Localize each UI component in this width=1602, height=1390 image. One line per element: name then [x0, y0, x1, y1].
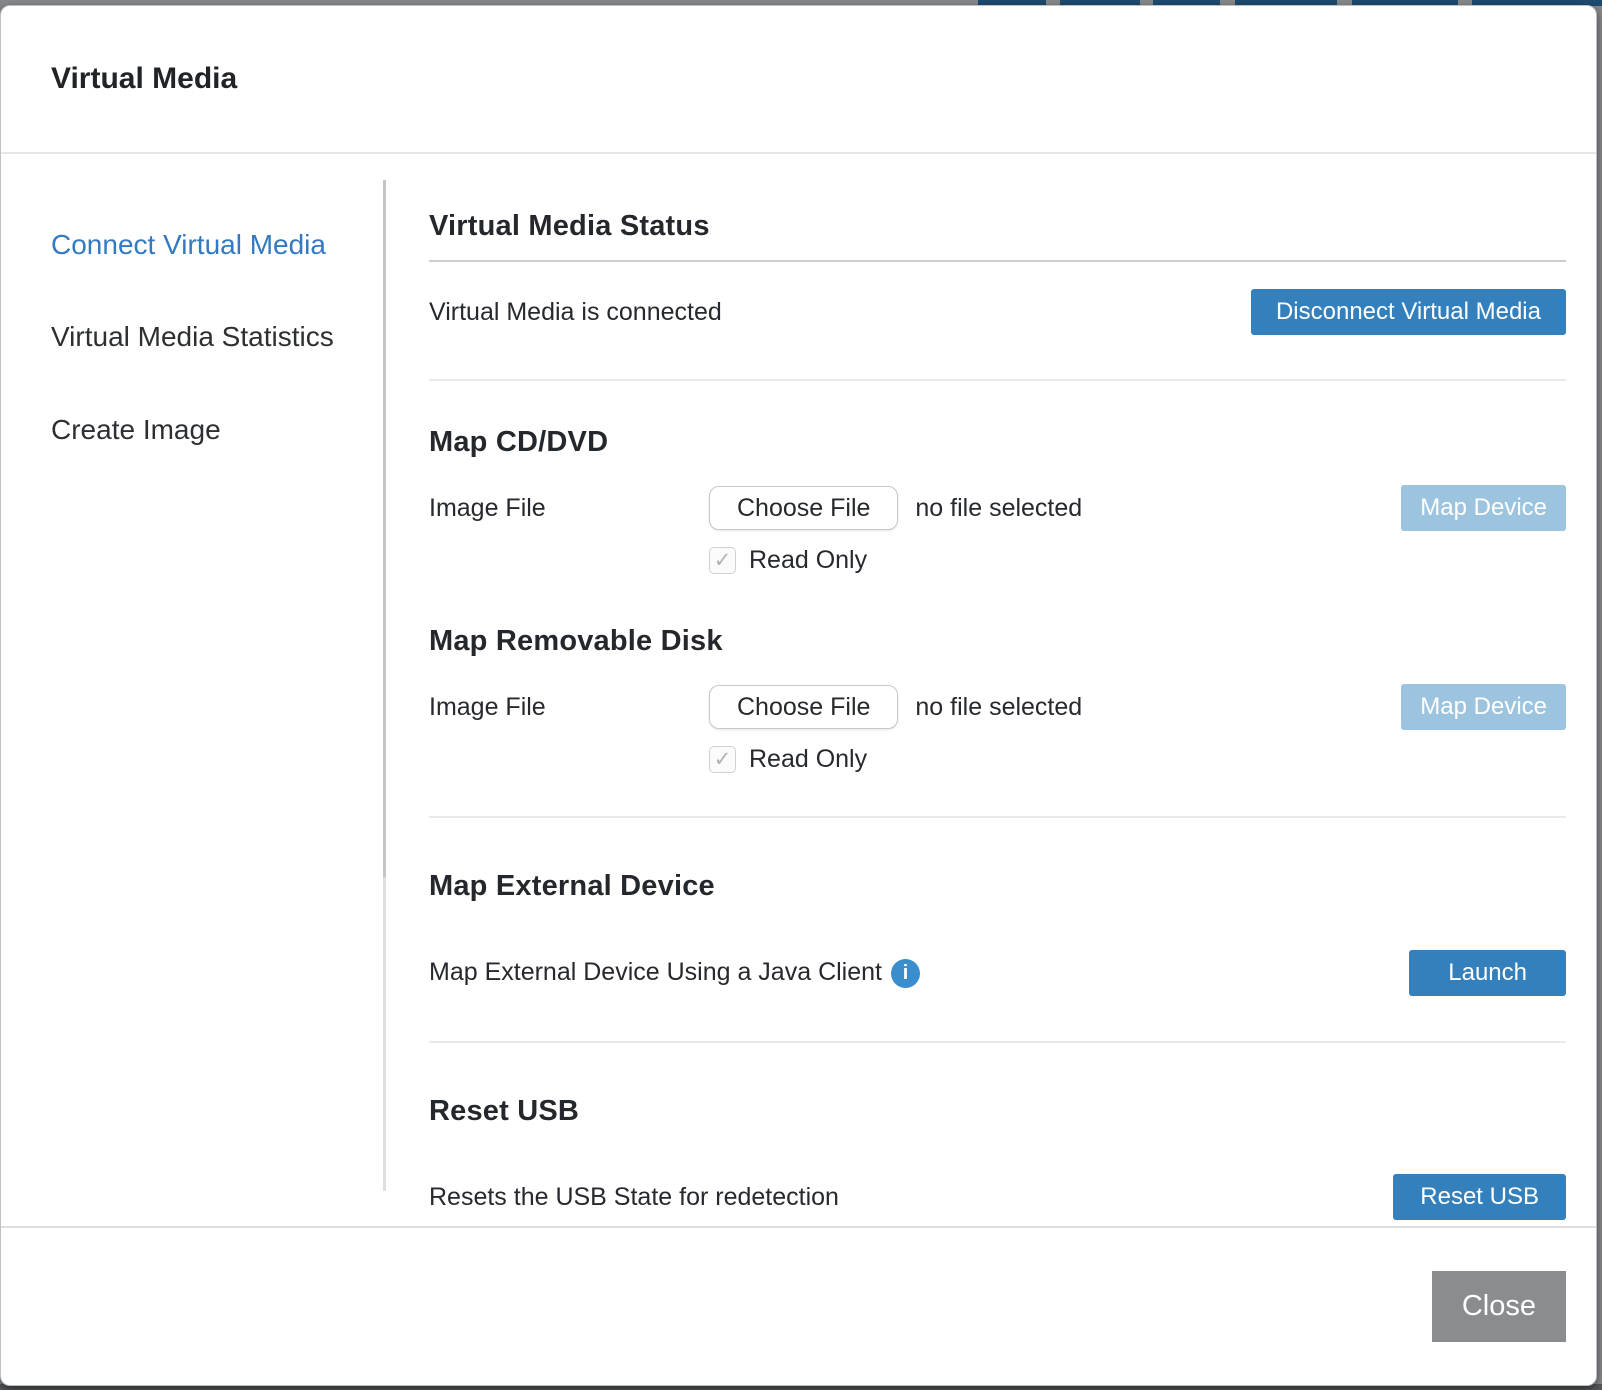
- status-message: Virtual Media is connected: [429, 298, 722, 327]
- file-picker: Choose File no file selected: [709, 685, 1082, 729]
- dialog-title: Virtual Media: [51, 62, 237, 96]
- sidebar: Connect Virtual Media Virtual Media Stat…: [1, 154, 383, 1226]
- read-only-label: Read Only: [749, 745, 867, 774]
- image-file-label: Image File: [429, 494, 709, 523]
- sidebar-item-create-image[interactable]: Create Image: [51, 415, 383, 444]
- read-only-label: Read Only: [749, 546, 867, 575]
- section-heading: Map CD/DVD: [429, 426, 1566, 459]
- section-heading: Virtual Media Status: [429, 210, 1566, 243]
- section-divider: [429, 1041, 1566, 1043]
- disconnect-virtual-media-button[interactable]: Disconnect Virtual Media: [1251, 289, 1566, 335]
- map-device-button[interactable]: Map Device: [1401, 485, 1566, 531]
- dialog-header: Virtual Media: [1, 6, 1596, 154]
- dialog-body: Connect Virtual Media Virtual Media Stat…: [1, 154, 1596, 1226]
- section-divider: [429, 379, 1566, 381]
- sidebar-item-connect-virtual-media[interactable]: Connect Virtual Media: [51, 230, 383, 259]
- choose-file-button[interactable]: Choose File: [709, 685, 898, 729]
- launch-button[interactable]: Launch: [1409, 950, 1566, 996]
- no-file-selected-text: no file selected: [915, 693, 1082, 722]
- reset-usb-description: Resets the USB State for redetection: [429, 1183, 839, 1212]
- section-map-external-device: Map External Device Map External Device …: [429, 870, 1566, 996]
- section-map-removable-disk: Map Removable Disk Image File Choose Fil…: [429, 625, 1566, 774]
- reset-usb-button[interactable]: Reset USB: [1393, 1174, 1566, 1220]
- no-file-selected-text: no file selected: [915, 494, 1082, 523]
- image-file-label: Image File: [429, 693, 709, 722]
- section-map-cd-dvd: Map CD/DVD Image File Choose File no fil…: [429, 426, 1566, 575]
- section-heading: Map Removable Disk: [429, 625, 1566, 658]
- close-button[interactable]: Close: [1432, 1271, 1566, 1342]
- read-only-checkbox[interactable]: ✓: [709, 547, 736, 574]
- file-picker: Choose File no file selected: [709, 486, 1082, 530]
- map-device-button[interactable]: Map Device: [1401, 684, 1566, 730]
- dialog-footer: Close: [1, 1226, 1596, 1385]
- heading-rule: [429, 260, 1566, 262]
- section-reset-usb: Reset USB Resets the USB State for redet…: [429, 1095, 1566, 1220]
- section-virtual-media-status: Virtual Media Status Virtual Media is co…: [429, 210, 1566, 335]
- choose-file-button[interactable]: Choose File: [709, 486, 898, 530]
- section-heading: Reset USB: [429, 1095, 1566, 1128]
- section-divider: [429, 816, 1566, 818]
- virtual-media-dialog: Virtual Media Connect Virtual Media Virt…: [0, 5, 1597, 1386]
- external-device-description: Map External Device Using a Java Client i: [429, 958, 920, 988]
- sidebar-item-virtual-media-statistics[interactable]: Virtual Media Statistics: [51, 322, 383, 351]
- dialog-content: Virtual Media Status Virtual Media is co…: [386, 154, 1596, 1226]
- info-icon[interactable]: i: [891, 959, 920, 988]
- read-only-checkbox[interactable]: ✓: [709, 746, 736, 773]
- section-heading: Map External Device: [429, 870, 1566, 903]
- external-device-description-text: Map External Device Using a Java Client: [429, 958, 882, 986]
